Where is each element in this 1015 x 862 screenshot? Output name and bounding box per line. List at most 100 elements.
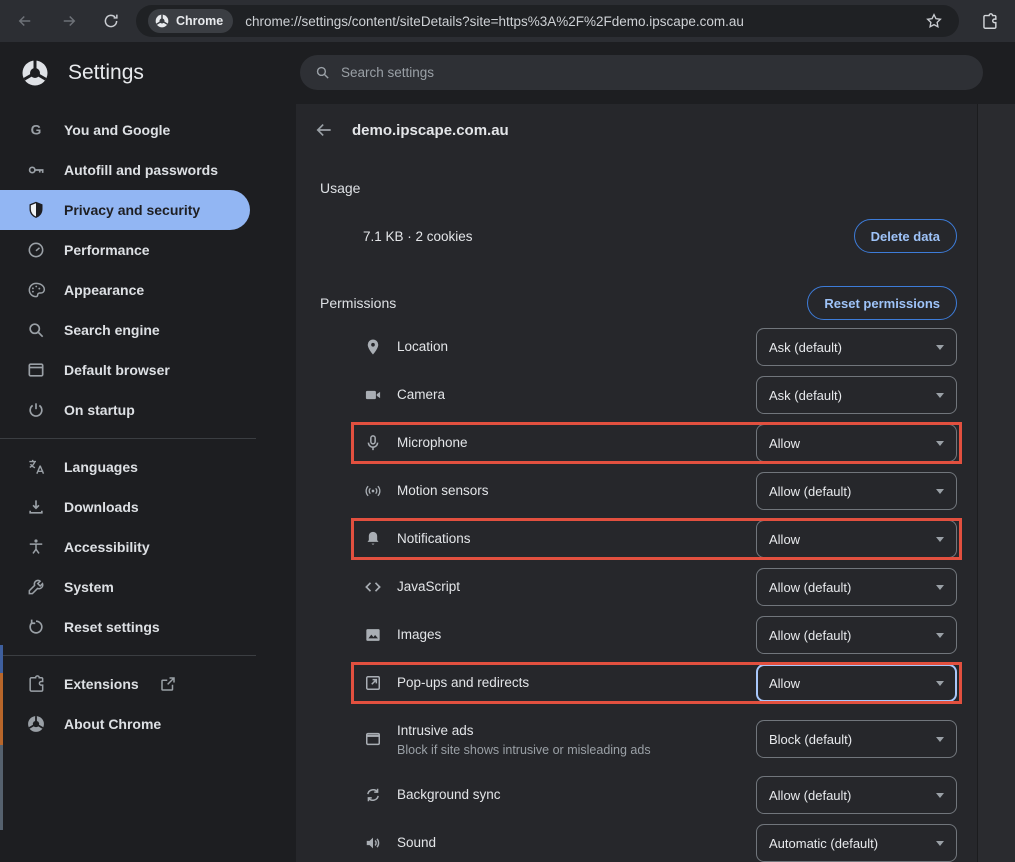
puzzle-icon (26, 674, 46, 694)
svg-text:G: G (31, 123, 42, 138)
bell-icon (363, 529, 383, 549)
scrollbar-gutter[interactable] (977, 104, 1015, 862)
site-details-panel: demo.ipscape.com.au Usage 7.1 KB · 2 coo… (296, 104, 977, 862)
sidebar-item-label: Extensions (64, 676, 139, 692)
dropdown-value: Ask (default) (769, 340, 842, 355)
camera-dropdown[interactable]: Ask (default) (756, 376, 957, 414)
sidebar-item-label: Search engine (64, 322, 160, 338)
chevron-down-icon (936, 737, 944, 742)
sidebar-item-extensions[interactable]: Extensions (0, 664, 250, 704)
ads-icon (363, 729, 383, 749)
intrusive-ads-dropdown[interactable]: Block (default) (756, 720, 957, 758)
chevron-down-icon (936, 585, 944, 590)
sidebar-item-privacy-and-security[interactable]: Privacy and security (0, 190, 250, 230)
dropdown-value: Allow (769, 676, 800, 691)
wrench-icon (26, 577, 46, 597)
permission-label: Camera (397, 387, 445, 402)
permission-row-sound: Sound Automatic (default) (351, 819, 962, 862)
dropdown-value: Ask (default) (769, 388, 842, 403)
chevron-down-icon (936, 345, 944, 350)
javascript-dropdown[interactable]: Allow (default) (756, 568, 957, 606)
notifications-dropdown[interactable]: Allow (756, 520, 957, 558)
bookmark-star-icon[interactable] (921, 12, 947, 30)
browser-window-icon (26, 360, 46, 380)
sidebar-item-accessibility[interactable]: Accessibility (0, 527, 250, 567)
chrome-badge-label: Chrome (176, 14, 223, 28)
address-bar[interactable]: Chrome chrome://settings/content/siteDet… (136, 5, 959, 37)
delete-data-button[interactable]: Delete data (854, 219, 957, 253)
speaker-icon (363, 833, 383, 853)
dropdown-value: Automatic (default) (769, 836, 878, 851)
permission-row-location: Location Ask (default) (351, 323, 962, 371)
permission-sublabel: Block if site shows intrusive or mislead… (397, 743, 651, 757)
back-icon[interactable] (10, 6, 40, 36)
settings-sidebar: G You and Google Autofill and passwords Pri… (0, 104, 296, 862)
sidebar-item-system[interactable]: System (0, 567, 250, 607)
sidebar-item-appearance[interactable]: Appearance (0, 270, 250, 310)
pop-ups-and-redirects-dropdown[interactable]: Allow (756, 664, 957, 702)
chrome-logo-icon (20, 58, 50, 88)
sidebar-item-default-browser[interactable]: Default browser (0, 350, 250, 390)
search-settings-bar[interactable] (300, 55, 983, 90)
shield-icon (26, 200, 46, 220)
permission-label: Pop-ups and redirects (397, 675, 529, 690)
permission-label: Location (397, 339, 448, 354)
permission-label: Sound (397, 835, 436, 850)
sidebar-item-label: Languages (64, 459, 138, 475)
sidebar-item-autofill-and-passwords[interactable]: Autofill and passwords (0, 150, 250, 190)
sidebar-item-reset-settings[interactable]: Reset settings (0, 607, 250, 647)
download-icon (26, 497, 46, 517)
sidebar-item-label: Default browser (64, 362, 170, 378)
usage-heading: Usage (296, 180, 977, 196)
sidebar-item-about-chrome[interactable]: About Chrome (0, 704, 250, 744)
location-dropdown[interactable]: Ask (default) (756, 328, 957, 366)
sidebar-item-search-engine[interactable]: Search engine (0, 310, 250, 350)
code-brackets-icon (363, 577, 383, 597)
permission-row-intrusive-ads: Intrusive adsBlock if site shows intrusi… (351, 707, 962, 771)
sidebar-item-label: You and Google (64, 122, 170, 138)
sound-dropdown[interactable]: Automatic (default) (756, 824, 957, 862)
sidebar-item-performance[interactable]: Performance (0, 230, 250, 270)
permission-row-javascript: JavaScript Allow (default) (351, 563, 962, 611)
reset-icon (26, 617, 46, 637)
sidebar-item-languages[interactable]: Languages (0, 447, 250, 487)
accessibility-icon (26, 537, 46, 557)
edge-sliver (0, 745, 3, 830)
sidebar-item-label: Autofill and passwords (64, 162, 218, 178)
location-pin-icon (363, 337, 383, 357)
background-sync-dropdown[interactable]: Allow (default) (756, 776, 957, 814)
extensions-icon[interactable] (973, 5, 1005, 37)
back-arrow-icon[interactable] (312, 118, 336, 142)
permission-label: JavaScript (397, 579, 460, 594)
microphone-dropdown[interactable]: Allow (756, 424, 957, 462)
permission-label: Notifications (397, 531, 471, 546)
usage-summary: 7.1 KB · 2 cookies (363, 229, 473, 244)
chrome-logo-icon (26, 714, 46, 734)
sidebar-item-downloads[interactable]: Downloads (0, 487, 250, 527)
permission-row-motion-sensors: Motion sensorsAllow (default) (351, 467, 962, 515)
images-dropdown[interactable]: Allow (default) (756, 616, 957, 654)
search-settings-input[interactable] (341, 65, 969, 80)
forward-icon[interactable] (54, 6, 84, 36)
sidebar-divider (0, 655, 256, 656)
edge-sliver (0, 645, 3, 673)
chevron-down-icon (936, 537, 944, 542)
permission-row-images: ImagesAllow (default) (351, 611, 962, 659)
sidebar-item-label: On startup (64, 402, 135, 418)
sidebar-item-label: Reset settings (64, 619, 160, 635)
permission-row-microphone: MicrophoneAllow (351, 419, 962, 467)
sidebar-item-on-startup[interactable]: On startup (0, 390, 250, 430)
google-g-icon: G (26, 120, 46, 140)
settings-title: Settings (68, 61, 144, 85)
dropdown-value: Allow (769, 436, 800, 451)
reset-permissions-button[interactable]: Reset permissions (807, 286, 957, 320)
microphone-icon (363, 433, 383, 453)
chevron-down-icon (936, 393, 944, 398)
sidebar-item-you-and-google[interactable]: G You and Google (0, 110, 250, 150)
dropdown-value: Allow (default) (769, 484, 851, 499)
motion-sensors-dropdown[interactable]: Allow (default) (756, 472, 957, 510)
dropdown-value: Allow (default) (769, 580, 851, 595)
permission-row-notifications: Notifications Allow (351, 515, 962, 563)
translate-icon (26, 457, 46, 477)
reload-icon[interactable] (96, 6, 126, 36)
